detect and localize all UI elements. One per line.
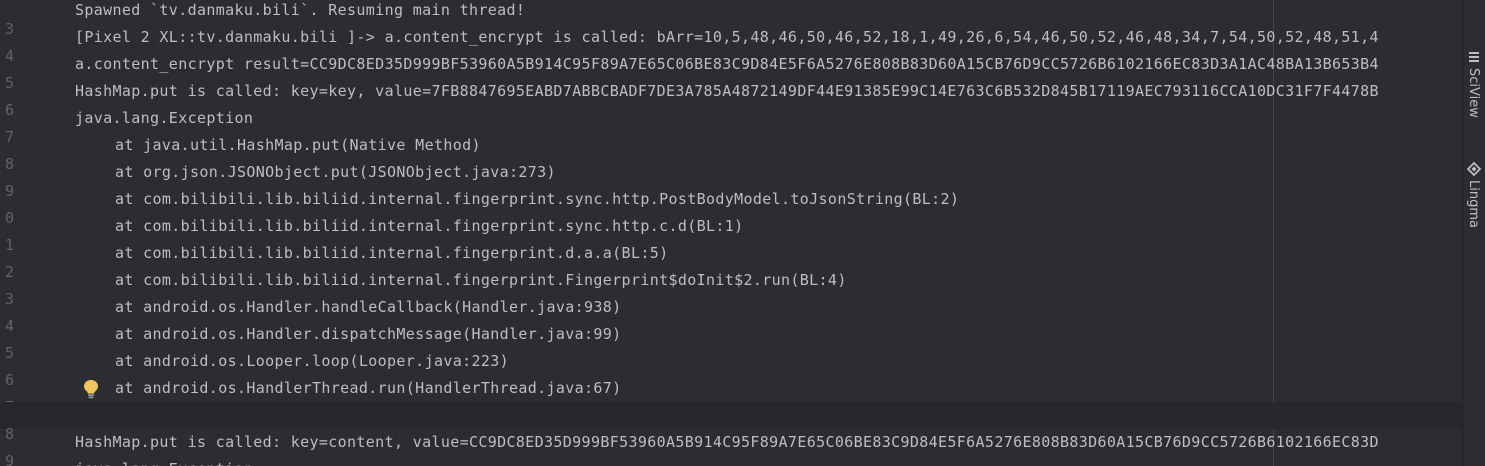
line-text: HashMap.put is called: key=content, valu… <box>75 433 1379 451</box>
line-text: java.lang.Exception <box>75 109 254 127</box>
lightbulb-icon[interactable] <box>82 379 100 399</box>
stack-trace-line: 6 at android.os.Looper.loop(Looper.java:… <box>0 348 1463 389</box>
console-line: 4 [Pixel 2 XL::tv.danmaku.bili ]-> a.con… <box>0 24 1463 65</box>
console-line: 5 a.content_encrypt result=CC9DC8ED35D99… <box>0 51 1463 92</box>
stack-trace-line: 5 at android.os.Handler.dispatchMessage(… <box>0 321 1463 362</box>
console-line: 7 java.lang.Exception <box>0 105 1463 146</box>
console-line: 6 HashMap.put is called: key=key, value=… <box>0 78 1463 119</box>
line-text: at org.json.JSONObject.put(JSONObject.ja… <box>115 163 556 181</box>
tool-window-tab-label: se <box>1466 0 1481 1</box>
line-text: at com.bilibili.lib.biliid.internal.fing… <box>115 244 669 262</box>
tool-window-tab-sciview[interactable]: SciView <box>1463 50 1485 134</box>
line-text: at android.os.Handler.handleCallback(Han… <box>115 298 622 316</box>
sciview-icon <box>1469 52 1479 62</box>
stack-trace-line: 8 at java.util.HashMap.put(Native Method… <box>0 132 1463 173</box>
line-text: [Pixel 2 XL::tv.danmaku.bili ]-> a.conte… <box>75 28 1379 46</box>
tool-window-tab-lingma[interactable]: Lingma <box>1463 162 1485 246</box>
line-text: HashMap.put is called: key=key, value=7F… <box>75 82 1379 100</box>
stack-trace-line: 9 at org.json.JSONObject.put(JSONObject.… <box>0 159 1463 200</box>
line-text: java.lang.Exception <box>75 456 253 466</box>
line-text: a.content_encrypt result=CC9DC8ED35D999B… <box>75 55 1379 73</box>
line-text: at java.util.HashMap.put(Native Method) <box>115 136 481 154</box>
stack-trace-line: 3 at com.bilibili.lib.biliid.internal.fi… <box>0 267 1463 308</box>
line-text: at com.bilibili.lib.biliid.internal.fing… <box>115 271 847 289</box>
line-text: at com.bilibili.lib.biliid.internal.fing… <box>115 190 960 208</box>
line-text: at android.os.Looper.loop(Looper.java:22… <box>115 352 509 370</box>
stack-trace-line: 0 at com.bilibili.lib.biliid.internal.fi… <box>0 186 1463 227</box>
tool-window-tab-label: Lingma <box>1466 180 1481 228</box>
right-tool-window-bar: se SciView Lingma <box>1462 0 1485 466</box>
tool-window-tab[interactable]: se <box>1463 0 1485 18</box>
line-text: Spawned `tv.danmaku.bili`. Resuming main… <box>75 1 526 19</box>
line-text: at android.os.Handler.dispatchMessage(Ha… <box>115 325 622 343</box>
tool-window-tab-label: SciView <box>1466 68 1481 118</box>
line-text: at android.os.HandlerThread.run(HandlerT… <box>115 379 622 397</box>
console-line: 9 HashMap.put is called: key=content, va… <box>0 429 1463 466</box>
stack-trace-line: 1 at com.bilibili.lib.biliid.internal.fi… <box>0 213 1463 254</box>
console-line: java.lang.Exception <box>0 456 1463 466</box>
current-line[interactable]: 8 <box>0 402 1463 443</box>
console-line: 3 Spawned `tv.danmaku.bili`. Resuming ma… <box>0 0 1463 38</box>
stack-trace-line: 4 at android.os.Handler.handleCallback(H… <box>0 294 1463 335</box>
stack-trace-line: 7 at android.os.HandlerThread.run(Handle… <box>0 375 1463 416</box>
lingma-icon <box>1467 162 1481 176</box>
console-output[interactable]: 3 Spawned `tv.danmaku.bili`. Resuming ma… <box>0 0 1463 466</box>
stack-trace-line: 2 at com.bilibili.lib.biliid.internal.fi… <box>0 240 1463 281</box>
line-text: at com.bilibili.lib.biliid.internal.fing… <box>115 217 744 235</box>
